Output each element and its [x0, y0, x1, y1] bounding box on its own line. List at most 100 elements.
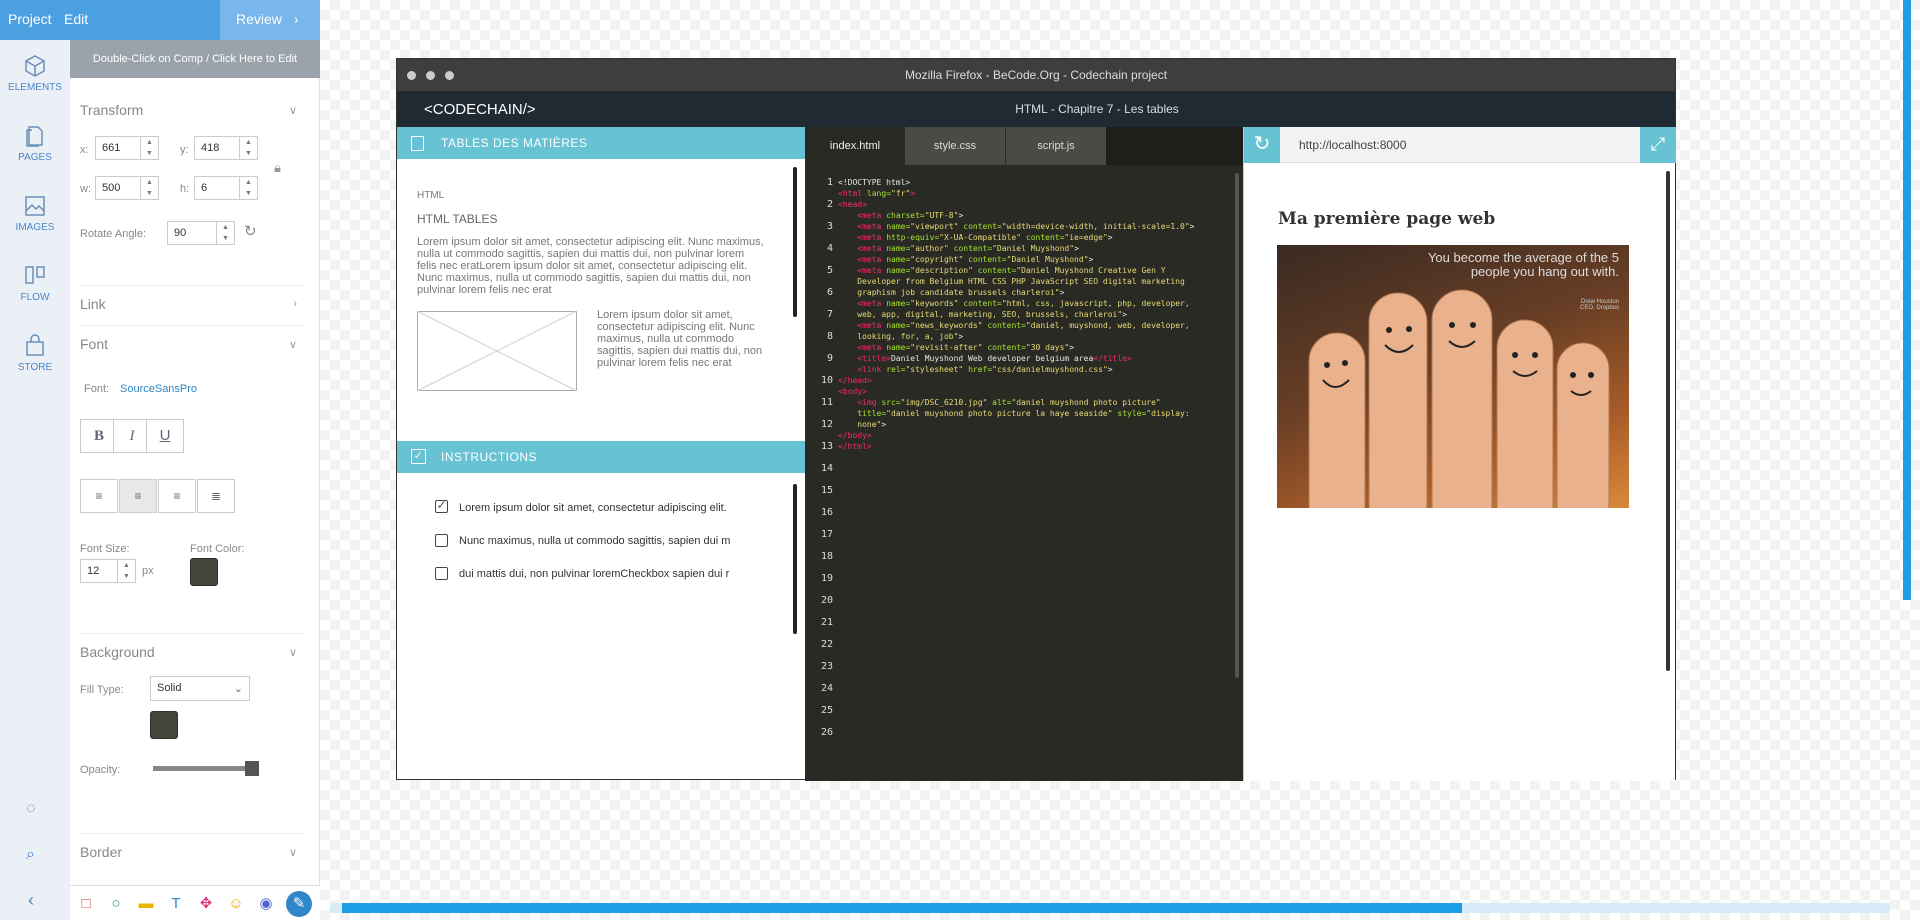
window-title: Mozilla Firefox - BeCode.Org - Codechain…	[904, 68, 1168, 82]
tab-style-css[interactable]: style.css	[905, 127, 1005, 165]
chat-icon[interactable]: ◌	[26, 800, 36, 818]
w-input[interactable]: 500	[95, 176, 141, 200]
hotspot-icon[interactable]: ✥	[196, 894, 216, 914]
quote-author: Drew Houston CEO, Dropbox	[1580, 299, 1619, 311]
lock-icon[interactable]: 🔒︎	[274, 160, 281, 176]
preview-url[interactable]: http://localhost:8000	[1299, 138, 1406, 152]
collapse-icon[interactable]: ‹	[28, 890, 34, 911]
border-section[interactable]: Border ∨	[80, 833, 305, 860]
instruction-checkbox[interactable]	[435, 567, 448, 580]
toc-heading: HTML TABLES	[417, 212, 498, 226]
justify-button[interactable]: ≣	[197, 479, 235, 513]
font-family-link[interactable]: SourceSansPro	[120, 383, 197, 395]
zoom-icon[interactable]: ⌕	[26, 846, 35, 864]
instruction-checkbox-checked[interactable]: ✓	[435, 499, 448, 513]
rail-label: IMAGES	[15, 222, 55, 233]
book-icon	[411, 136, 424, 151]
fullscreen-icon[interactable]: ⤢	[1640, 127, 1676, 163]
instructions-scrollbar[interactable]	[793, 484, 797, 634]
background-color-swatch[interactable]	[150, 711, 178, 739]
canvas-vertical-scrollbar[interactable]	[1903, 0, 1911, 600]
tab-index-html[interactable]: index.html	[805, 127, 905, 165]
target-icon[interactable]: ◉	[256, 894, 276, 914]
line-number: 16	[820, 507, 833, 518]
rail-store[interactable]: STORE	[0, 334, 70, 373]
rectangle-icon[interactable]: □	[76, 894, 96, 914]
edit-comp-banner[interactable]: Double-Click on Comp / Click Here to Edi…	[70, 40, 320, 78]
toc-scrollbar[interactable]	[793, 167, 797, 317]
toc-crumb: HTML	[417, 190, 445, 201]
tab-script-js[interactable]: script.js	[1006, 127, 1106, 165]
toc-side-paragraph: Lorem ipsum dolor sit amet, consectetur a…	[597, 309, 787, 369]
emoji-icon[interactable]: ☺	[226, 894, 246, 914]
instruction-item: Nunc maximus, nulla ut commodo sagittis,…	[459, 535, 731, 547]
underline-button[interactable]: U	[146, 419, 184, 453]
line-number: 23	[820, 661, 833, 672]
x-input[interactable]: 661	[95, 136, 141, 160]
line-number: 8	[826, 331, 833, 342]
background-section[interactable]: Background ∨	[80, 633, 305, 660]
finger-faces-photo: You become the average of the 5 people yo…	[1277, 245, 1629, 508]
circle-icon[interactable]: ○	[106, 894, 126, 914]
opacity-slider-track[interactable]	[153, 766, 253, 771]
line-number: 4	[826, 243, 833, 254]
rotate-stepper[interactable]: ▲ ▼	[217, 221, 235, 245]
rail-images[interactable]: IMAGES	[0, 194, 70, 233]
rail-elements[interactable]: ELEMENTS	[0, 54, 70, 93]
editor-scrollbar[interactable]	[1235, 173, 1239, 678]
preview-scrollbar[interactable]	[1666, 171, 1670, 671]
window-minimize-dot[interactable]	[426, 71, 435, 80]
line-number: 5	[826, 265, 833, 276]
link-section[interactable]: Link ›	[80, 285, 305, 312]
fill-type-select[interactable]: Solid ⌄	[150, 676, 250, 701]
h-stepper[interactable]: ▲ ▼	[240, 176, 258, 200]
canvas-horizontal-scrollbar[interactable]	[330, 903, 1890, 913]
font-section[interactable]: Font ∨	[80, 325, 305, 352]
line-number: 22	[820, 639, 833, 650]
font-size-input[interactable]: 12	[80, 559, 118, 583]
icon-rail: ELEMENTS PAGES IMAGES FLOW STORE ◌ ⌕ ‹	[0, 40, 70, 920]
rail-flow[interactable]: FLOW	[0, 264, 70, 303]
scrollbar-thumb[interactable]	[342, 903, 1462, 913]
transform-section[interactable]: Transform ∨	[80, 92, 305, 118]
y-stepper[interactable]: ▲ ▼	[240, 136, 258, 160]
code-text[interactable]: <!DOCTYPE html> <html lang="fr"> <head> …	[838, 177, 1194, 452]
paragraph-line: pulvinar lorem felis nec erat	[597, 357, 732, 369]
font-color-swatch[interactable]	[190, 558, 218, 586]
x-stepper[interactable]: ▲ ▼	[141, 136, 159, 160]
chevron-down-icon: ∨	[288, 105, 297, 117]
rotate-reset-icon[interactable]: ↻	[244, 222, 257, 240]
align-center-button[interactable]: ≡	[119, 479, 157, 513]
review-button[interactable]: Review ›	[220, 0, 320, 40]
align-right-button[interactable]: ≡	[158, 479, 196, 513]
line-number: 21	[820, 617, 833, 628]
instruction-checkbox[interactable]	[435, 534, 448, 547]
paragraph-line: consectetur adipiscing elit. Nunc	[597, 321, 755, 333]
instruction-item: Lorem ipsum dolor sit amet, consectetur …	[459, 502, 727, 514]
edit-menu[interactable]: Edit	[64, 11, 88, 27]
rail-label: PAGES	[18, 152, 52, 163]
line-number: 11	[820, 397, 833, 408]
line-icon[interactable]: ▬	[136, 894, 156, 914]
w-stepper[interactable]: ▲ ▼	[141, 176, 159, 200]
rotate-input[interactable]: 90	[167, 221, 217, 245]
instructions-header: ✓ INSTRUCTIONS	[397, 441, 805, 473]
project-menu[interactable]: Project	[8, 11, 52, 27]
window-close-dot[interactable]	[407, 71, 416, 80]
window-maximize-dot[interactable]	[445, 71, 454, 80]
toc-header: TABLES DES MATIÈRES	[397, 127, 805, 159]
y-input[interactable]: 418	[194, 136, 240, 160]
h-input[interactable]: 6	[194, 176, 240, 200]
line-number: 15	[820, 485, 833, 496]
line-number: 10	[820, 375, 833, 386]
font-size-stepper[interactable]: ▲ ▼	[118, 559, 136, 583]
browser-preview: ↻ http://localhost:8000 ⤢ Ma première pa…	[1243, 127, 1676, 781]
chevron-right-icon: ›	[293, 298, 297, 310]
opacity-slider-handle[interactable]	[245, 761, 259, 776]
rail-pages[interactable]: PAGES	[0, 124, 70, 163]
text-icon[interactable]: T	[166, 894, 186, 914]
align-left-button[interactable]: ≡	[80, 479, 118, 513]
pen-icon[interactable]: ✎	[286, 891, 312, 917]
line-number: 14	[820, 463, 833, 474]
refresh-icon[interactable]: ↻	[1244, 127, 1280, 163]
